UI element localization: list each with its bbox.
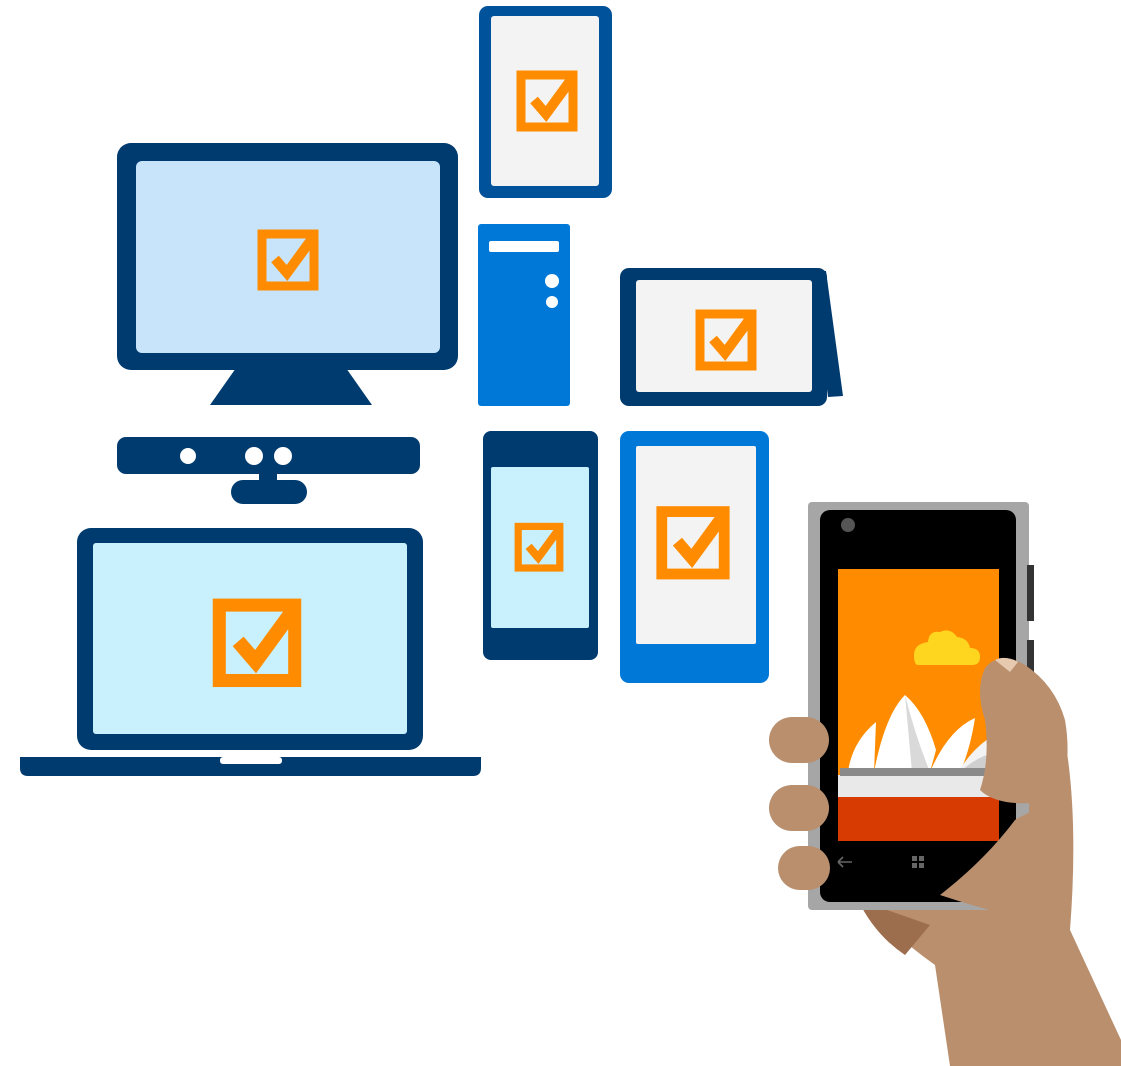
pc-tower	[478, 224, 570, 406]
surface-tablet	[620, 268, 843, 406]
small-phone	[483, 431, 598, 660]
handheld-windows-phone	[769, 502, 1121, 1066]
kinect-sensor	[117, 437, 420, 504]
large-phone	[620, 431, 769, 683]
laptop	[20, 528, 481, 776]
desktop-monitor	[117, 143, 458, 405]
devices-illustration	[0, 0, 1121, 1066]
tablet-portrait	[479, 6, 612, 198]
